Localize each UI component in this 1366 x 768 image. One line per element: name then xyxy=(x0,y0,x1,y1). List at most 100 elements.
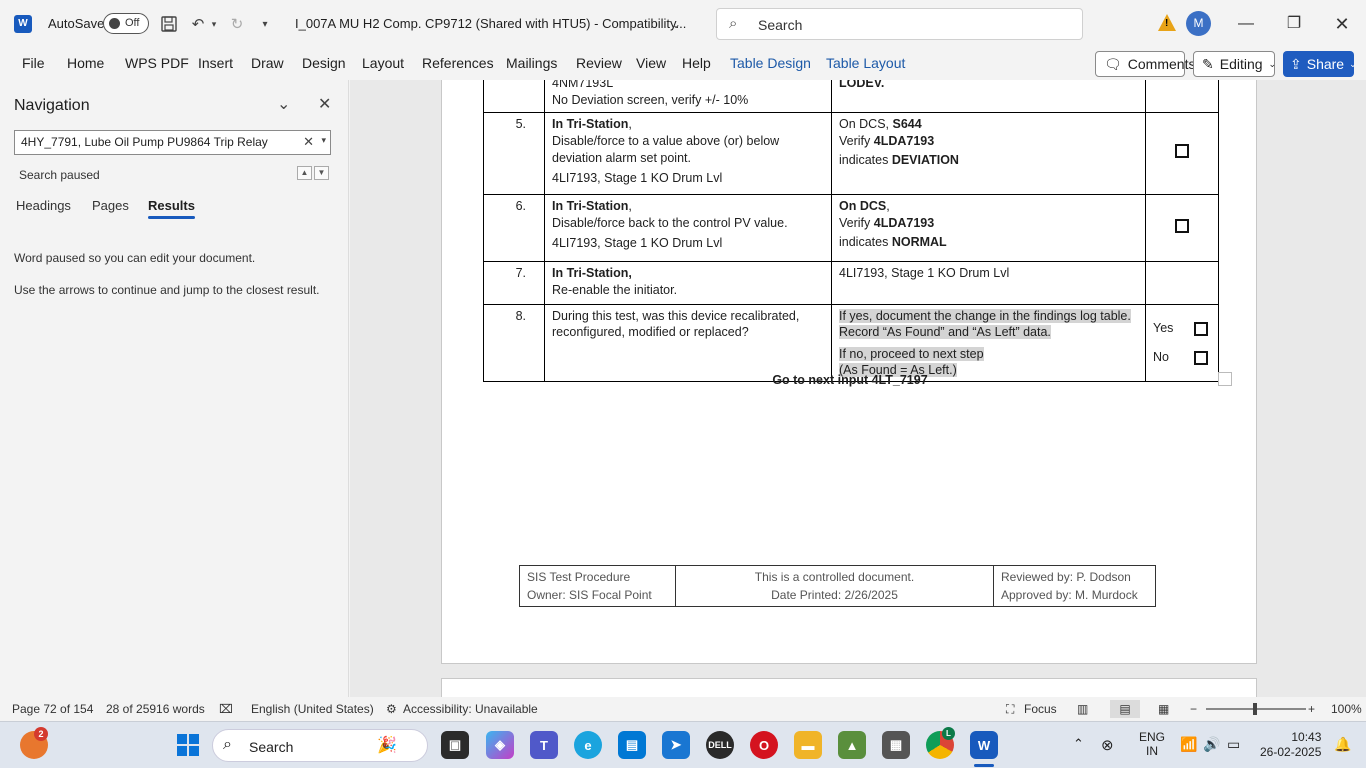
clear-search-icon[interactable]: ✕ xyxy=(303,134,314,150)
undo-dropdown-icon[interactable]: ▾ xyxy=(208,12,220,36)
battery-icon[interactable]: ▭ xyxy=(1227,736,1240,753)
language-indicator[interactable]: ENG IN xyxy=(1139,730,1165,758)
file-explorer-icon[interactable]: ▬ xyxy=(794,731,822,759)
copilot-icon[interactable]: ◈ xyxy=(486,731,514,759)
zoom-in-icon[interactable]: + xyxy=(1308,702,1315,716)
verify-cell[interactable]: On DCS, Verify 4LDA7193 indicates NORMAL xyxy=(831,194,1146,262)
edge-icon[interactable]: e xyxy=(574,731,602,759)
action-cell[interactable]: In Tri-Station, Disable/force back to th… xyxy=(544,194,832,262)
print-layout-icon[interactable]: ▤ xyxy=(1110,700,1140,718)
share-button[interactable]: ⇪ Share ⌄ xyxy=(1283,51,1357,77)
tab-pages[interactable]: Pages xyxy=(92,198,129,213)
task-view-icon[interactable]: ▣ xyxy=(441,731,469,759)
restore-icon[interactable]: ❐ xyxy=(1282,12,1306,36)
web-layout-icon[interactable]: ▦ xyxy=(1158,702,1169,716)
action-cell[interactable]: In Tri-Station, Disable/force to a value… xyxy=(544,112,832,195)
comments-button[interactable]: 🗨 Comments xyxy=(1095,51,1195,77)
title-dropdown-icon[interactable]: ⌄ xyxy=(666,12,686,36)
checkbox[interactable] xyxy=(1175,144,1189,158)
next-result-icon[interactable]: ▼ xyxy=(314,166,329,180)
word-count[interactable]: 28 of 25916 words xyxy=(106,702,205,716)
text-box-anchor[interactable] xyxy=(1218,372,1232,386)
save-icon[interactable] xyxy=(158,12,180,36)
verify-cell[interactable]: LODEV. xyxy=(831,80,1146,113)
checkbox[interactable] xyxy=(1175,218,1189,233)
proofing-icon[interactable]: ⌧ xyxy=(219,702,233,716)
editing-button[interactable]: ✎ Editing ⌄ xyxy=(1193,51,1276,77)
autosave-toggle[interactable]: Off xyxy=(103,13,149,34)
customize-toolbar-icon[interactable]: ▾ xyxy=(256,12,274,36)
document-title[interactable]: I_007A MU H2 Comp. CP9712 (Shared with H… xyxy=(295,16,686,31)
tab-file[interactable]: File xyxy=(22,55,45,71)
teams-icon[interactable]: T xyxy=(530,731,558,759)
pane-options-icon[interactable]: ⌄ xyxy=(277,94,290,114)
tab-insert[interactable]: Insert xyxy=(198,55,233,71)
cell-text: Disable/force to a value above (or) belo… xyxy=(552,134,780,165)
verify-cell[interactable]: 4LI7193, Stage 1 KO Drum Lvl xyxy=(831,261,1146,305)
navigation-search-input[interactable]: 4HY_7791, Lube Oil Pump PU9864 Trip Rela… xyxy=(14,130,331,155)
word-icon: W xyxy=(14,15,32,33)
focus-label[interactable]: Focus xyxy=(1024,702,1057,716)
lang-line2: IN xyxy=(1146,744,1158,758)
zoom-thumb[interactable] xyxy=(1253,703,1257,715)
zoom-out-icon[interactable]: − xyxy=(1190,702,1197,716)
redo-icon[interactable]: ↻ xyxy=(226,12,248,36)
widgets-icon[interactable]: 2 xyxy=(20,727,48,759)
tab-review[interactable]: Review xyxy=(576,55,622,71)
volume-icon[interactable]: 🔊 xyxy=(1203,736,1220,753)
zoom-slider[interactable] xyxy=(1206,703,1306,715)
read-mode-icon[interactable]: ▥ xyxy=(1077,702,1088,716)
close-pane-icon[interactable]: ✕ xyxy=(318,94,331,114)
search-box[interactable]: ⌕ Search xyxy=(716,8,1083,40)
tab-table-layout[interactable]: Table Layout xyxy=(826,55,905,71)
warning-icon[interactable]: ! xyxy=(1158,14,1176,31)
notifications-icon[interactable]: 🔔 xyxy=(1334,736,1351,753)
action-cell[interactable]: During this test, was this device recali… xyxy=(544,304,832,382)
dell-icon[interactable]: DELL xyxy=(706,731,734,759)
tab-home[interactable]: Home xyxy=(67,55,104,71)
search-dropdown-icon[interactable]: ▾ xyxy=(321,135,326,146)
document-area[interactable]: 4NM7193L No Deviation screen, verify +/-… xyxy=(350,80,1366,697)
tab-design[interactable]: Design xyxy=(302,55,346,71)
outlook-shortcut-icon[interactable]: ➤ xyxy=(662,731,690,759)
store-icon[interactable]: ▤ xyxy=(618,731,646,759)
close-icon[interactable]: ✕ xyxy=(1330,12,1354,36)
tab-help[interactable]: Help xyxy=(682,55,711,71)
verify-cell[interactable]: On DCS, S644 Verify 4LDA7193 indicates D… xyxy=(831,112,1146,195)
language-label[interactable]: English (United States) xyxy=(251,702,374,716)
tab-references[interactable]: References xyxy=(422,55,494,71)
no-checkbox[interactable] xyxy=(1194,350,1208,365)
accessibility-status[interactable]: Accessibility: Unavailable xyxy=(403,702,538,716)
page-count[interactable]: Page 72 of 154 xyxy=(12,702,93,716)
remote-desktop-icon[interactable]: ▦ xyxy=(882,731,910,759)
start-icon[interactable] xyxy=(174,731,202,759)
tab-mailings[interactable]: Mailings xyxy=(506,55,557,71)
zoom-level[interactable]: 100% xyxy=(1331,702,1362,716)
tab-draw[interactable]: Draw xyxy=(251,55,284,71)
photos-icon[interactable]: ▲ xyxy=(838,731,866,759)
undo-icon[interactable]: ↶ xyxy=(187,12,209,36)
document-page[interactable]: 4NM7193L No Deviation screen, verify +/-… xyxy=(441,80,1257,664)
tab-results[interactable]: Results xyxy=(148,198,195,219)
avatar[interactable]: M xyxy=(1186,11,1211,36)
tab-table-design[interactable]: Table Design xyxy=(730,55,811,71)
show-hidden-icons-icon[interactable]: ⌃ xyxy=(1073,736,1084,752)
tab-view[interactable]: View xyxy=(636,55,666,71)
tab-layout[interactable]: Layout xyxy=(362,55,404,71)
tab-wps-pdf[interactable]: WPS PDF xyxy=(125,55,189,71)
wifi-icon[interactable]: 📶 xyxy=(1180,736,1197,753)
minimize-icon[interactable]: — xyxy=(1234,12,1258,36)
word-icon[interactable]: W xyxy=(970,731,998,759)
network-settings-icon[interactable]: ⊗ xyxy=(1101,736,1114,754)
yes-checkbox[interactable] xyxy=(1194,321,1208,336)
previous-result-icon[interactable]: ▲ xyxy=(297,166,312,180)
chrome-icon[interactable]: L xyxy=(926,727,955,759)
taskbar-search[interactable]: ⌕ Search 🎉 xyxy=(212,729,428,762)
next-page[interactable] xyxy=(441,678,1257,697)
action-cell[interactable]: In Tri-Station, Re-enable the initiator. xyxy=(544,261,832,305)
opera-icon[interactable]: O xyxy=(750,731,778,759)
verify-cell[interactable]: If yes, document the change in the findi… xyxy=(831,304,1146,382)
clock[interactable]: 10:43 26-02-2025 xyxy=(1260,730,1321,760)
tab-headings[interactable]: Headings xyxy=(16,198,71,213)
action-cell[interactable]: 4NM7193L No Deviation screen, verify +/-… xyxy=(544,80,832,113)
